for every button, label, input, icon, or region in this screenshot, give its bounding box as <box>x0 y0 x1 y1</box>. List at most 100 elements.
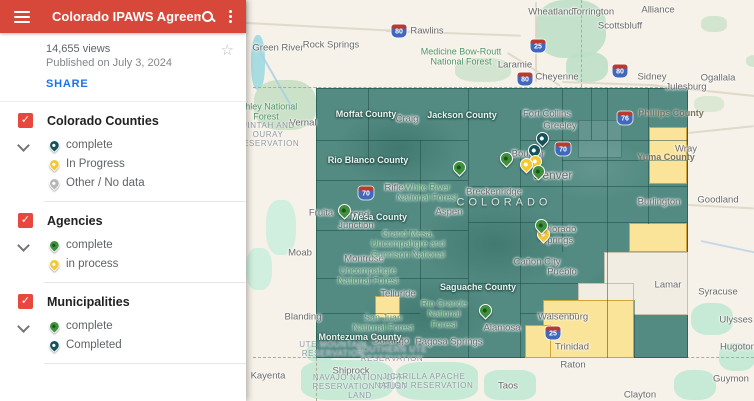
map-label: Rawlins <box>410 27 443 38</box>
collapse-toggle[interactable] <box>0 135 47 192</box>
map-info: 14,655 views Published on July 3, 2024 S… <box>0 33 246 102</box>
map-label: Grand Mesa, Uncompahgre and Gunnison Nat… <box>366 228 450 259</box>
yellow-pin-icon <box>48 157 59 170</box>
map-label: Rio Grande National Forest <box>414 298 474 329</box>
search-icon[interactable] <box>201 10 215 24</box>
map-label: Sidney <box>637 73 666 84</box>
map-canvas[interactable]: 8080802570707625Green RiverRock SpringsR… <box>246 0 754 401</box>
map-label: Telluride <box>380 290 415 301</box>
map-label: Burlington <box>638 198 681 209</box>
terrain-patch <box>746 55 754 67</box>
map-label: Clayton <box>624 391 656 401</box>
layer-body: complete Completed <box>0 312 246 363</box>
map-label: Ulysses <box>719 316 752 327</box>
star-icon[interactable]: ☆ <box>221 43 234 58</box>
menu-icon[interactable] <box>14 11 30 23</box>
map-label: SOUTHERN UTE RESERVATION <box>336 345 448 363</box>
map-pin-green[interactable] <box>478 302 492 319</box>
chevron-down-icon <box>17 139 30 152</box>
map-label: Medicine Bow-Routt National Forest <box>415 47 507 68</box>
more-options-icon[interactable] <box>229 10 232 23</box>
terrain-patch <box>674 370 716 400</box>
map-label: Torrington <box>572 8 614 19</box>
my-maps-app: 8080802570707625Green RiverRock SpringsR… <box>0 0 754 401</box>
map-label: Raton <box>560 361 585 372</box>
collapse-toggle[interactable] <box>0 316 47 354</box>
county-region-lighter[interactable] <box>578 120 622 158</box>
interstate-76-shield: 76 <box>618 112 633 125</box>
legend-item[interactable]: In Progress <box>47 154 246 173</box>
layer-header[interactable]: ✓Municipalities <box>0 283 246 312</box>
county-region-progress[interactable] <box>629 223 687 252</box>
dark-pin-icon <box>48 338 59 351</box>
interstate-80-shield: 80 <box>518 73 533 86</box>
county-border <box>316 180 468 181</box>
map-label: Syracuse <box>698 288 738 299</box>
layer-checkbox[interactable]: ✓ <box>18 294 33 309</box>
legend-item[interactable]: in process <box>47 254 246 273</box>
map-label: Pueblo <box>547 268 577 279</box>
map-label: Walsenburg <box>538 313 588 324</box>
layer-checkbox[interactable]: ✓ <box>18 213 33 228</box>
map-label: Scottsbluff <box>598 22 642 33</box>
map-label: Mesa County <box>351 212 407 222</box>
road-line <box>701 240 754 254</box>
yellow-pin-icon <box>48 257 59 270</box>
map-pin-green[interactable] <box>534 217 548 234</box>
county-border <box>634 300 635 358</box>
map-label: Julesburg <box>665 83 706 94</box>
gray-pin-icon <box>48 176 59 189</box>
legend-item-label: complete <box>66 320 113 332</box>
legend-section: ✓Colorado Counties complete In Progress Oth… <box>0 102 246 201</box>
map-label: Guymon <box>713 375 749 386</box>
map-label: Alliance <box>641 6 674 17</box>
map-label: Moffat County <box>336 109 397 119</box>
map-label: Green River <box>252 44 303 55</box>
map-label: Uncompahgre National Forest <box>324 266 412 287</box>
legend-item-label: Other / No data <box>66 177 145 189</box>
map-label: Lamar <box>655 281 682 292</box>
interstate-80-shield: 80 <box>613 65 628 78</box>
map-label: COLORADO <box>457 197 552 210</box>
legend-item[interactable]: Completed <box>47 335 246 354</box>
map-label: Craig <box>396 115 419 126</box>
map-label: JICARILLA APACHE NATION RESERVATION <box>372 372 476 390</box>
interstate-25-shield: 25 <box>546 327 561 340</box>
map-label: Rio Blanco County <box>328 155 409 165</box>
legend-item-label: complete <box>66 139 113 151</box>
legend-item[interactable]: complete <box>47 135 246 154</box>
legend-item[interactable]: complete <box>47 316 246 335</box>
legend-item[interactable]: Other / No data <box>47 173 246 192</box>
section-divider <box>44 363 246 364</box>
layer-header[interactable]: ✓ Agencies <box>0 202 246 231</box>
layer-body: completein process <box>0 231 246 282</box>
county-border <box>316 140 468 141</box>
layer-header[interactable]: ✓Colorado Counties <box>0 102 246 131</box>
map-label: Yuma County <box>637 152 695 162</box>
map-pin-green[interactable] <box>499 150 513 167</box>
share-button[interactable]: SHARE <box>46 78 89 90</box>
road-line <box>246 22 396 32</box>
legend-item-label: In Progress <box>66 158 125 170</box>
terrain-patch <box>246 248 272 290</box>
map-pin-green[interactable] <box>531 163 545 180</box>
collapse-toggle[interactable] <box>0 235 47 273</box>
app-header: Colorado IPAWS Agreeme... <box>0 0 246 33</box>
layer-checkbox[interactable]: ✓ <box>18 113 33 128</box>
map-label: Jackson County <box>427 110 497 120</box>
road-line <box>688 125 754 134</box>
legend-item[interactable]: complete <box>47 235 246 254</box>
map-label: Cheyenne <box>535 73 578 84</box>
map-label: Kayenta <box>251 372 286 383</box>
layer-title: Agencies <box>47 214 103 228</box>
dark-pin-icon <box>48 138 59 151</box>
map-label: Saguache County <box>440 282 516 292</box>
legend-items: complete In Progress Other / No data <box>47 135 246 192</box>
map-pin-green[interactable] <box>337 202 351 219</box>
map-pin-green[interactable] <box>452 159 466 176</box>
county-border <box>607 88 608 358</box>
green-pin-icon <box>48 319 59 332</box>
layer-body: complete In Progress Other / No data <box>0 131 246 201</box>
legend-item-label: Completed <box>66 339 122 351</box>
published-date: Published on July 3, 2024 <box>46 57 232 69</box>
